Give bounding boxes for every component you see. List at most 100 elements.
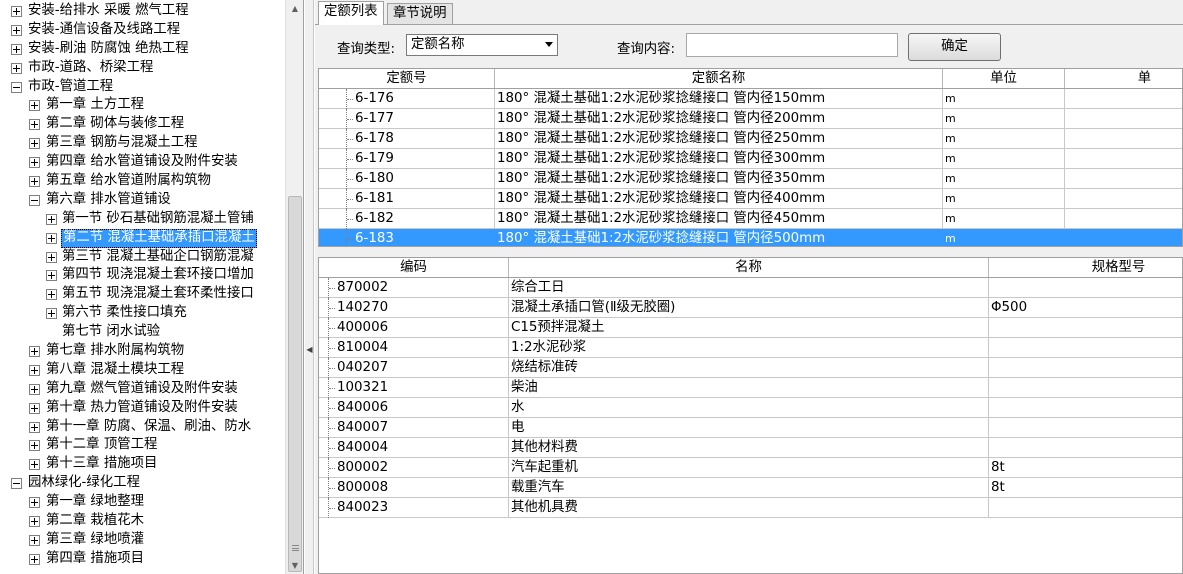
expand-plus-icon[interactable]	[29, 119, 40, 131]
material-row[interactable]: 100321 柴油	[319, 378, 1182, 398]
tree-item[interactable]: 第三节 混凝土基础企口钢筋混凝	[0, 248, 285, 267]
expand-plus-icon[interactable]	[29, 100, 40, 112]
expand-plus-icon[interactable]	[46, 213, 57, 225]
expand-plus-icon[interactable]	[11, 24, 22, 36]
expand-plus-icon[interactable]	[29, 534, 40, 546]
material-row[interactable]: 040207 烧结标准砖	[319, 358, 1182, 378]
material-row[interactable]: 800008 载重汽车 8t	[319, 478, 1182, 498]
tree-item[interactable]: 第一章 绿地整理	[0, 493, 285, 512]
quota-row[interactable]: 6-176 180° 混凝土基础1:2水泥砂浆捻缝接口 管内径150mm m	[319, 89, 1182, 109]
tree-item[interactable]: 市政-道路、桥梁工程	[0, 59, 285, 78]
quota-row[interactable]: 6-182 180° 混凝土基础1:2水泥砂浆捻缝接口 管内径450mm m	[319, 209, 1182, 229]
tree-item[interactable]: 第七章 排水附属构筑物	[0, 342, 285, 361]
expand-plus-icon[interactable]	[46, 308, 57, 320]
material-row[interactable]: 140270 混凝土承插口管(Ⅱ级无胶圈) Φ500	[319, 298, 1182, 318]
expand-plus-icon[interactable]	[29, 138, 40, 150]
expand-plus-icon[interactable]	[46, 251, 57, 263]
query-type-select[interactable]: 定额名称	[406, 34, 558, 56]
expand-plus-icon[interactable]	[29, 346, 40, 358]
tree-item[interactable]: 第五节 现浇混凝土套环柔性接口	[0, 285, 285, 304]
scroll-down-arrow-icon[interactable]: ▼	[287, 557, 303, 574]
quota-row[interactable]: 6-183 180° 混凝土基础1:2水泥砂浆捻缝接口 管内径500mm m	[319, 229, 1182, 246]
confirm-button[interactable]: 确定	[908, 33, 1001, 61]
query-content-input[interactable]	[686, 33, 898, 57]
pane-splitter[interactable]: ◀	[305, 0, 314, 574]
quota-row[interactable]: 6-178 180° 混凝土基础1:2水泥砂浆捻缝接口 管内径250mm m	[319, 129, 1182, 149]
expand-plus-icon[interactable]	[46, 270, 57, 282]
expand-plus-icon[interactable]	[46, 232, 57, 244]
col-header-spec[interactable]: 规格型号	[989, 258, 1182, 277]
tree-item[interactable]: 安装-通信设备及线路工程	[0, 21, 285, 40]
quota-row[interactable]: 6-180 180° 混凝土基础1:2水泥砂浆捻缝接口 管内径350mm m	[319, 169, 1182, 189]
tree-item[interactable]: 第一章 土方工程	[0, 96, 285, 115]
tree-item[interactable]: 安装-给排水 采暖 燃气工程	[0, 2, 285, 21]
collapse-minus-icon[interactable]	[11, 81, 22, 93]
tree-item[interactable]: 第八章 混凝土模块工程	[0, 361, 285, 380]
tree-item[interactable]: 第二章 砌体与装修工程	[0, 115, 285, 134]
tree-item[interactable]: 第六章 排水管道铺设	[0, 191, 285, 210]
material-row[interactable]: 840023 其他机具费	[319, 498, 1182, 518]
expand-plus-icon[interactable]	[29, 157, 40, 169]
quota-row[interactable]: 6-181 180° 混凝土基础1:2水泥砂浆捻缝接口 管内径400mm m	[319, 189, 1182, 209]
expand-plus-icon[interactable]	[29, 553, 40, 565]
tree-scrollbar[interactable]: ▲ ▼	[285, 0, 303, 574]
tree-item[interactable]: 第十一章 防腐、保温、刷油、防水	[0, 418, 285, 437]
expand-plus-icon[interactable]	[11, 62, 22, 74]
quota-row[interactable]: 6-177 180° 混凝土基础1:2水泥砂浆捻缝接口 管内径200mm m	[319, 109, 1182, 129]
tree-item[interactable]: 第二章 栽植花木	[0, 512, 285, 531]
expand-plus-icon[interactable]	[29, 364, 40, 376]
tab-quota-list[interactable]: 定额列表	[318, 1, 384, 25]
tree-item[interactable]: 第十章 热力管道铺设及附件安装	[0, 399, 285, 418]
quota-row[interactable]: 6-179 180° 混凝土基础1:2水泥砂浆捻缝接口 管内径300mm m	[319, 149, 1182, 169]
expand-plus-icon[interactable]	[29, 402, 40, 414]
col-header-material-code[interactable]: 编码	[319, 258, 509, 277]
tree-scrollbar-thumb[interactable]	[288, 196, 302, 572]
expand-plus-icon[interactable]	[29, 459, 40, 471]
tree-item[interactable]: 市政-管道工程	[0, 78, 285, 97]
col-header-quota-code[interactable]: 定额号	[319, 69, 495, 88]
material-row[interactable]: 840007 电	[319, 418, 1182, 438]
expand-plus-icon[interactable]	[29, 497, 40, 509]
material-row[interactable]: 800002 汽车起重机 8t	[319, 458, 1182, 478]
expand-plus-icon[interactable]	[11, 43, 22, 55]
tree-item[interactable]: 安装-刷油 防腐蚀 绝热工程	[0, 40, 285, 59]
expand-plus-icon[interactable]	[29, 176, 40, 188]
expand-plus-icon[interactable]	[46, 289, 57, 301]
col-header-unit-price[interactable]: 单	[1065, 69, 1182, 88]
tree-item[interactable]: 第十三章 措施项目	[0, 455, 285, 474]
tree-item[interactable]: 第六节 柔性接口填充	[0, 304, 285, 323]
tree-item[interactable]: 第四章 给水管道铺设及附件安装	[0, 153, 285, 172]
expand-plus-icon[interactable]	[29, 421, 40, 433]
expand-plus-icon[interactable]	[29, 516, 40, 528]
material-row[interactable]: 810004 1:2水泥砂浆	[319, 338, 1182, 358]
collapse-minus-icon[interactable]	[11, 478, 22, 490]
tree-item[interactable]: 第七节 闭水试验	[0, 323, 285, 342]
tree-item[interactable]: 第三章 钢筋与混凝土工程	[0, 134, 285, 153]
tree-item[interactable]: 第九章 燃气管道铺设及附件安装	[0, 380, 285, 399]
col-header-quota-name[interactable]: 定额名称	[495, 69, 943, 88]
expand-plus-icon[interactable]	[11, 6, 22, 17]
expand-plus-icon[interactable]	[29, 383, 40, 395]
collapse-minus-icon[interactable]	[29, 194, 40, 206]
col-header-material-name[interactable]: 名称	[509, 258, 989, 277]
tree-item[interactable]: 第四章 措施项目	[0, 550, 285, 569]
tree-item[interactable]: 园林绿化-绿化工程	[0, 474, 285, 493]
material-row[interactable]: 400006 C15预拌混凝土	[319, 318, 1182, 338]
expand-plus-icon[interactable]	[29, 440, 40, 452]
tab-chapter-notes[interactable]: 章节说明	[387, 3, 453, 24]
tree-item[interactable]: 第二节 混凝土基础承插口混凝土	[0, 228, 285, 248]
material-row[interactable]: 840006 水	[319, 398, 1182, 418]
tree-item[interactable]: 第四节 现浇混凝土套环接口增加	[0, 266, 285, 285]
tree-item-label: 第五节 现浇混凝土套环柔性接口	[62, 286, 254, 302]
material-row[interactable]: 870002 综合工日	[319, 278, 1182, 298]
material-row[interactable]: 840004 其他材料费	[319, 438, 1182, 458]
col-header-unit[interactable]: 单位	[943, 69, 1065, 88]
tree-item[interactable]: 第十二章 顶管工程	[0, 436, 285, 455]
material-code-cell: 800002	[335, 458, 509, 477]
tree-connector	[346, 109, 353, 129]
tree-item[interactable]: 第五章 给水管道附属构筑物	[0, 172, 285, 191]
collapse-left-arrow-icon[interactable]: ◀	[306, 342, 313, 358]
tree-item[interactable]: 第一节 砂石基础钢筋混凝土管铺	[0, 210, 285, 229]
scroll-up-arrow-icon[interactable]: ▲	[287, 0, 303, 17]
tree-item[interactable]: 第三章 绿地喷灌	[0, 531, 285, 550]
